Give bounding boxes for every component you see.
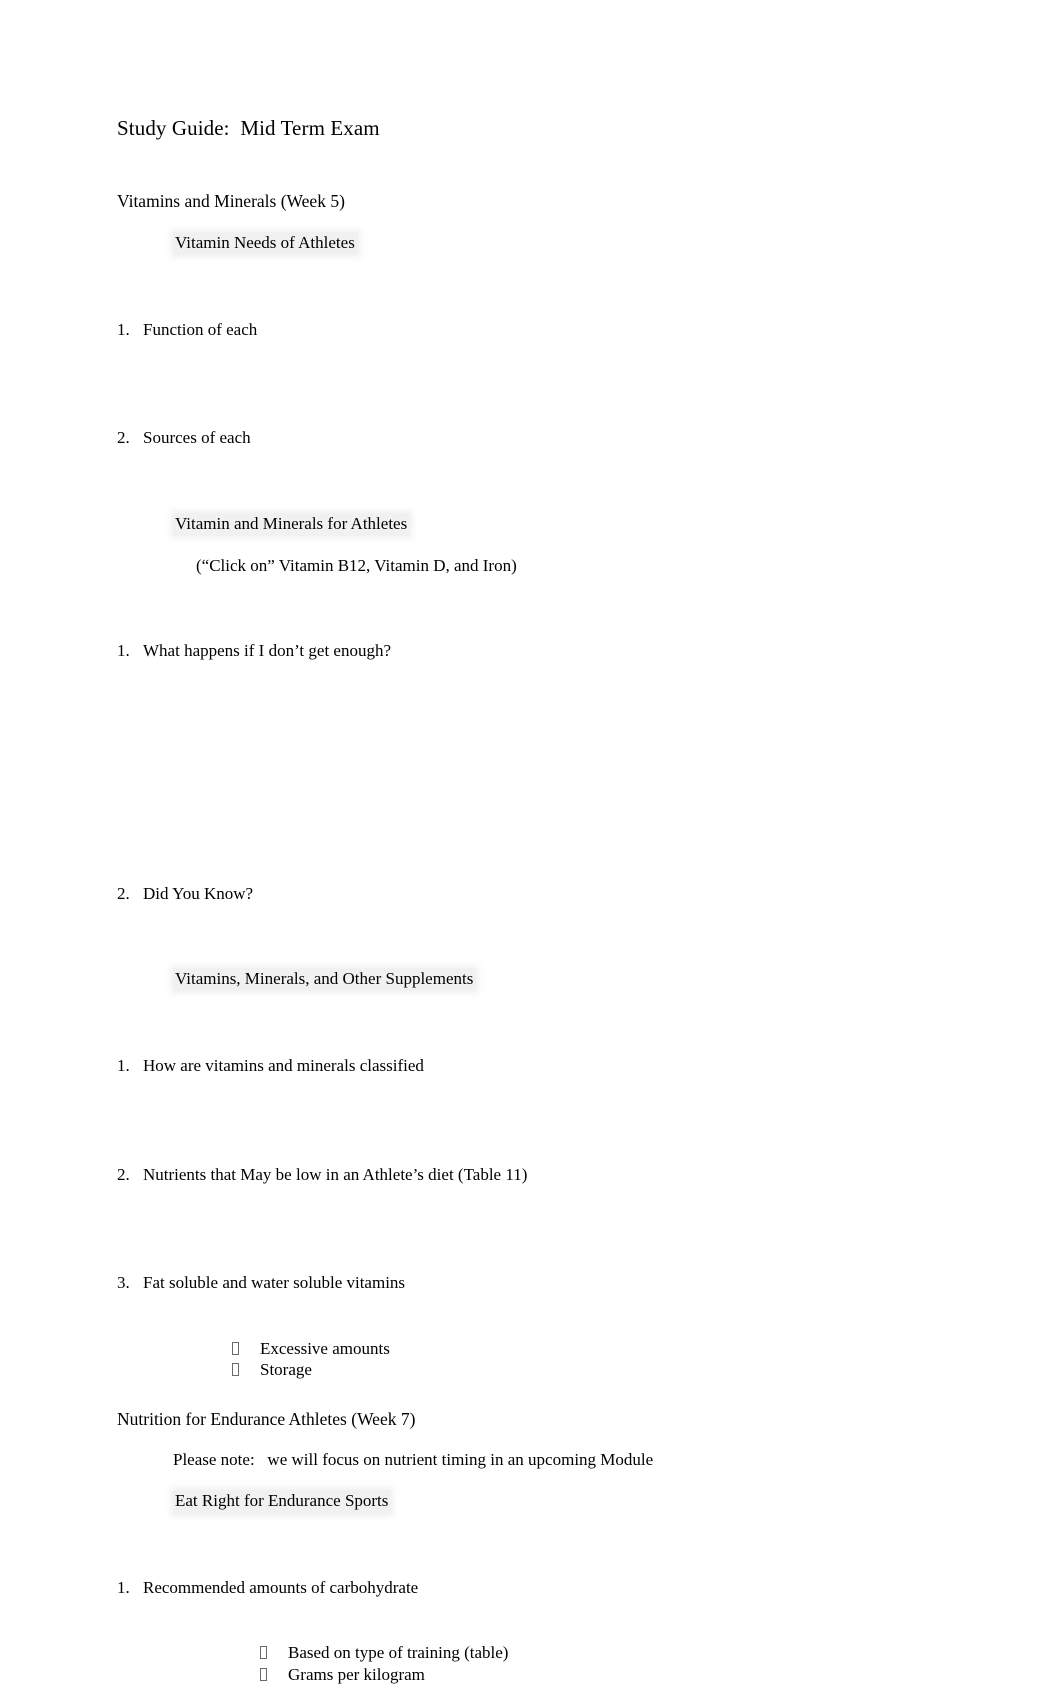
blank-image-placeholder-region xyxy=(117,705,947,839)
tofu-box-bullet-icon xyxy=(232,1341,239,1355)
list-marker: 2. xyxy=(117,428,130,448)
list-item: 1. How are vitamins and minerals classif… xyxy=(117,1011,947,1120)
list-item: 1. What happens if I don’t get enough? xyxy=(117,596,947,705)
list-marker: 2. xyxy=(117,1164,130,1184)
sub-heading-eat-right-wrap: Eat Right for Endurance Sports xyxy=(117,1490,947,1514)
list-item: 3. Fat soluble and water soluble vitamin… xyxy=(117,1229,947,1338)
list-item: Grams per kilogram xyxy=(260,1664,947,1686)
list-marker: 2. xyxy=(117,883,130,903)
list-item-label: Fat soluble and water soluble vitamins xyxy=(143,1273,406,1293)
list-item: 2. Did You Know? xyxy=(117,839,947,948)
page-title: Study Guide: Mid Term Exam xyxy=(117,116,380,140)
section-heading-nutrition-endurance-athletes: Nutrition for Endurance Athletes (Week 7… xyxy=(117,1409,416,1430)
tofu-box-bullet-icon xyxy=(260,1646,267,1660)
list-item: Storage xyxy=(232,1359,947,1381)
list-marker: 3. xyxy=(117,1273,130,1293)
sub-heading-vitamin-needs-wrap: Vitamin Needs of Athletes xyxy=(117,231,947,256)
list-item-label: Recommended amounts of carbohydrate xyxy=(143,1578,419,1598)
list-item-label: How are vitamins and minerals classified xyxy=(143,1055,424,1075)
sublist-fat-soluble: Excessive amounts Storage xyxy=(232,1338,947,1382)
sub-heading-vitamin-needs-of-athletes: Vitamin Needs of Athletes xyxy=(173,231,358,256)
list-vitamin-minerals-questions: 1. What happens if I don’t get enough? xyxy=(117,596,947,705)
list-item-label: Did You Know? xyxy=(143,883,254,903)
list-item: Excessive amounts xyxy=(232,1338,947,1360)
sub-heading-vitamin-minerals-athletes-wrap: Vitamin and Minerals for Athletes xyxy=(117,512,947,537)
list-item: Based on type of training (table) xyxy=(260,1642,947,1664)
sub-heading-vitamins-minerals-other-supplements: Vitamins, Minerals, and Other Supplement… xyxy=(173,967,477,992)
section-heading-vitamins-minerals: Vitamins and Minerals (Week 5) xyxy=(117,191,345,212)
list-item-label: Based on type of training (table) xyxy=(288,1643,509,1663)
list-marker: 1. xyxy=(117,640,130,660)
list-item: 1. Function of each xyxy=(117,275,947,384)
list-item: 2. Protein (recommended range) xyxy=(117,1686,947,1700)
sub-heading-supplements-wrap: Vitamins, Minerals, and Other Supplement… xyxy=(117,967,947,992)
sub-heading-eat-right-for-endurance-sports: Eat Right for Endurance Sports xyxy=(173,1490,392,1514)
list-item-label: Grams per kilogram xyxy=(288,1665,425,1685)
list-marker: 1. xyxy=(117,1578,130,1598)
list-item-label: Nutrients that May be low in an Athlete’… xyxy=(143,1164,528,1184)
document-body: Study Guide: Mid Term Exam Vitamins and … xyxy=(117,0,947,1700)
list-item-label: Function of each xyxy=(143,319,258,339)
sub-heading-vitamin-and-minerals-for-athletes: Vitamin and Minerals for Athletes xyxy=(173,512,411,537)
list-eat-right-a: 1. Recommended amounts of carbohydrate xyxy=(117,1534,947,1643)
list-item-label: Storage xyxy=(260,1360,312,1380)
list-marker: 1. xyxy=(117,319,130,339)
list-item: 1. Recommended amounts of carbohydrate xyxy=(117,1534,947,1643)
list-item: 2. Nutrients that May be low in an Athle… xyxy=(117,1120,947,1229)
list-item-label: What happens if I don’t get enough? xyxy=(143,640,392,660)
list-supplements: 1. How are vitamins and minerals classif… xyxy=(117,1011,947,1337)
list-item-label: Excessive amounts xyxy=(260,1338,390,1358)
note-click-on-vitamins: (“Click on” Vitamin B12, Vitamin D, and … xyxy=(196,556,517,576)
list-eat-right-b: 2. Protein (recommended range) xyxy=(117,1686,947,1700)
list-vitamin-needs: 1. Function of each 2. Sources of each xyxy=(117,275,947,493)
tofu-box-bullet-icon xyxy=(260,1668,267,1682)
list-vitamin-minerals-questions-continued: 2. Did You Know? xyxy=(117,839,947,948)
list-item-label: Sources of each xyxy=(143,428,251,448)
sublist-carbohydrate-details: Based on type of training (table) Grams … xyxy=(260,1642,947,1686)
tofu-box-bullet-icon xyxy=(232,1363,239,1377)
note-please-note: Please note: we will focus on nutrient t… xyxy=(173,1449,654,1469)
list-item: 2. Sources of each xyxy=(117,384,947,493)
list-marker: 1. xyxy=(117,1055,130,1075)
document-page: Study Guide: Mid Term Exam Vitamins and … xyxy=(0,0,1062,1700)
